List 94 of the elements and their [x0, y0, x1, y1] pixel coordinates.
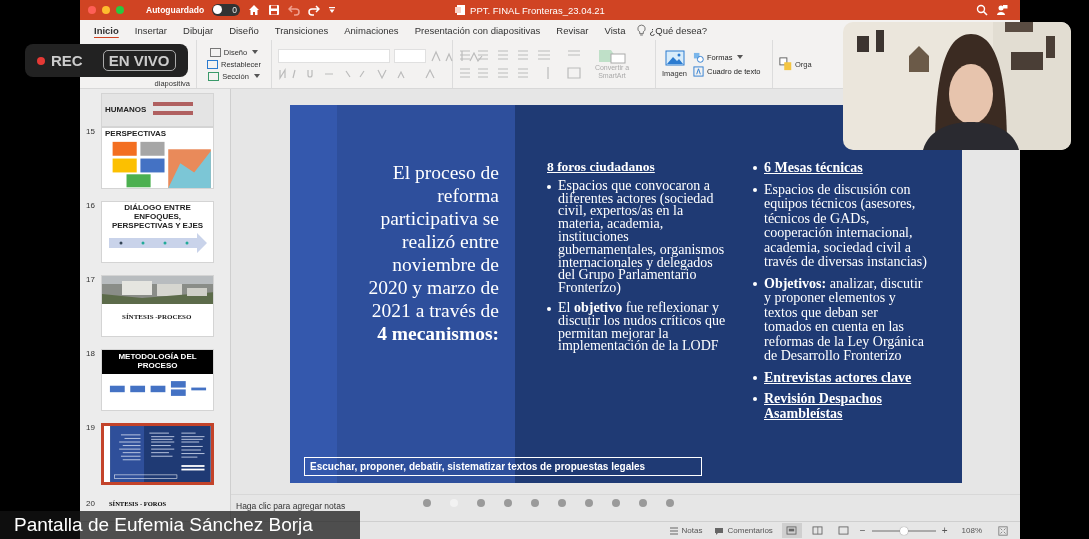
caret-icon — [252, 50, 259, 54]
zoom-slider[interactable] — [871, 529, 936, 532]
page-dot[interactable] — [423, 499, 431, 507]
autosave-toggle[interactable]: 0 — [212, 4, 241, 16]
page-dot[interactable] — [504, 499, 512, 507]
bullet-icon — [547, 306, 551, 311]
minimize-button[interactable] — [102, 6, 110, 14]
screen-share-caption: Pantalla de Eufemia Sánchez Borja — [0, 511, 360, 539]
slide-number: 20 — [86, 498, 96, 508]
bullet-icon — [753, 397, 757, 401]
bullet-text: El objetivo fue reflexionar y discutir los nudos críticos que permitan mejorar la implementación de la LODF — [558, 301, 727, 354]
bullet-icon — [753, 166, 757, 170]
thumbnail-header: METODOLOGÍA DEL PROCESO — [102, 350, 213, 374]
customize-icon[interactable] — [328, 6, 337, 14]
page-dot[interactable] — [531, 499, 539, 507]
undo-icon[interactable] — [288, 4, 301, 16]
notes-icon — [668, 526, 679, 535]
slide-view-icon — [786, 526, 798, 535]
slide-number: 18 — [86, 349, 96, 358]
bullet-text: Revisión Despachos Asambleístas — [764, 392, 883, 421]
home-icon[interactable] — [248, 4, 261, 16]
image-icon — [664, 50, 685, 66]
grid-view-icon — [812, 526, 824, 535]
bullet-text: 6 Mesas técnicas — [764, 161, 863, 176]
slide-number: 17 — [86, 275, 96, 284]
ribbon-tab[interactable]: Transiciones — [266, 21, 337, 39]
ribbon-tab[interactable]: Revisar — [548, 21, 597, 39]
font-name-field[interactable] — [278, 48, 390, 63]
view-button[interactable] — [781, 523, 802, 538]
text-box-icon — [693, 65, 705, 77]
font-size-field[interactable] — [394, 48, 426, 63]
live-label: EN VIVO — [102, 50, 176, 71]
page-dot[interactable] — [558, 499, 566, 507]
ribbon-tab[interactable]: Insertar — [126, 21, 176, 39]
slide-number: 16 — [86, 201, 96, 210]
autosave-label: Autoguardado — [146, 5, 205, 15]
thumbnail-text: HUMANOS — [104, 104, 148, 116]
caret-icon — [737, 55, 744, 59]
zoom-out-button[interactable]: − — [859, 525, 866, 536]
slide-thumbnail[interactable]: METODOLOGÍA DEL PROCESO — [101, 349, 214, 411]
ribbon-tab[interactable]: Presentación con diapositivas — [406, 21, 549, 39]
share-icon[interactable] — [996, 4, 1008, 16]
page-dot[interactable] — [666, 499, 674, 507]
fit-icon[interactable] — [998, 525, 1008, 536]
bullet-icon — [753, 375, 757, 380]
rec-label: REC — [51, 52, 83, 69]
summary-box: Escuchar, proponer, debatir, sistematizar textos de propuestas legales — [304, 457, 702, 476]
comment-icon — [714, 526, 725, 535]
record-dot-icon — [37, 56, 45, 65]
page-dot[interactable] — [477, 499, 485, 507]
caret-icon — [253, 74, 260, 78]
document-icon — [454, 4, 467, 16]
page-dot[interactable] — [585, 499, 593, 507]
slide-thumbnail[interactable]: HUMANOS — [101, 93, 214, 127]
comments-button[interactable]: Comentarios — [711, 526, 776, 535]
bullet-icon — [547, 184, 551, 189]
slide-number: 15 — [86, 127, 96, 136]
redo-icon[interactable] — [308, 4, 321, 16]
thumbnail-text: PERSPECTIVAS — [104, 128, 168, 140]
page-dot[interactable] — [639, 499, 647, 507]
thumbnail-text: DIÁLOGO ENTRE ENFOQUES, PERSPECTIVAS Y EJES — [110, 202, 205, 231]
notes-button[interactable]: Notas — [665, 526, 706, 535]
zoom-reading: 108% — [961, 526, 982, 535]
lightbulb-icon — [637, 23, 647, 37]
ribbon-tab[interactable]: Animaciones — [336, 21, 407, 39]
search-icon[interactable] — [976, 4, 988, 16]
bullet-text: Objetivos: analizar, discutir y proponer elementos y textos que deban ser tomados en cuenta en las reformas de la Ley Orgánica de Desarrollo Fronterizo — [764, 276, 925, 364]
slide-number: 19 — [86, 423, 96, 432]
column-heading: 8 foros ciudadanos — [547, 161, 656, 174]
bullet-text: Entrevistas actores clave — [764, 370, 912, 385]
slide-title: El proceso de reforma participativa se realizó entre noviembre de 2020 y marzo de 2021 a través de 4 mecanismos: — [367, 161, 499, 345]
page-dot[interactable] — [612, 499, 620, 507]
document-title: PPT. FINAL Fronteras_23.04.21 — [470, 4, 605, 16]
arrange-icon — [779, 57, 793, 71]
smartart-icon — [597, 48, 627, 65]
tell-me-field[interactable]: ¿Qué desea? — [646, 21, 716, 39]
presenter-view-icon — [838, 526, 850, 535]
slide-thumbnail[interactable]: PERSPECTIVAS — [101, 127, 214, 189]
ribbon-tab[interactable]: Diseño — [221, 21, 267, 39]
shapes-icon — [693, 51, 705, 63]
ribbon-tab[interactable]: Dibujar — [175, 21, 222, 39]
bullet-icon — [753, 281, 757, 286]
save-icon[interactable] — [268, 4, 281, 16]
ribbon-tab[interactable]: Inicio — [86, 21, 127, 39]
ribbon-tab[interactable]: Vista — [596, 21, 634, 39]
zoom-button[interactable] — [116, 6, 124, 14]
zoom-in-button[interactable]: + — [941, 525, 948, 536]
bullet-icon — [753, 187, 757, 192]
notes-placeholder[interactable]: Haga clic para agregar notas — [236, 501, 346, 511]
slide-thumbnail[interactable]: DIÁLOGO ENTRE ENFOQUES, PERSPECTIVAS Y EJES — [101, 201, 214, 263]
slide-thumbnail[interactable] — [101, 423, 214, 485]
close-button[interactable] — [88, 6, 96, 14]
bullet-text: Espacios de discusión con equipos técnicos (asesores, técnicos de GADs, cooperación internacional, academia, sociedad civil a través de diversas instancias) — [764, 182, 928, 270]
bullet-text: Espacios que convocaron a diferentes actores (sociedad civil, expertos/as en la materia, academia, instituciones gubernamentales, organismos internacionales y delegados del Grupo Parlamentario Fronterizo) — [558, 179, 726, 295]
